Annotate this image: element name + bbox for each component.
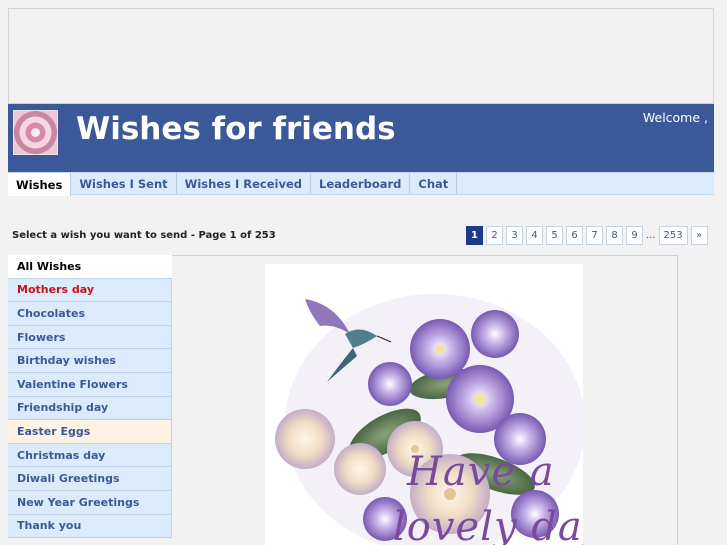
tab-wishes-i-sent[interactable]: Wishes I Sent [71, 173, 177, 194]
wish-image[interactable]: Have a lovely day [265, 264, 583, 545]
category-birthday-wishes[interactable]: Birthday wishes [8, 349, 172, 373]
page-last[interactable]: 253 [658, 226, 688, 245]
pagination: 1 2 3 4 5 6 7 8 9 ... 253 » [466, 226, 708, 245]
page-link[interactable]: 5 [546, 226, 563, 245]
wish-text-line-2: lovely day [393, 504, 583, 545]
page-current[interactable]: 1 [466, 226, 483, 245]
page-info-label: Select a wish you want to send - Page 1 … [12, 230, 276, 241]
page-link[interactable]: 8 [606, 226, 623, 245]
site-logo[interactable] [13, 110, 58, 155]
page-link[interactable]: 7 [586, 226, 603, 245]
category-new-year-greetings[interactable]: New Year Greetings [8, 490, 172, 515]
category-mothers-day[interactable]: Mothers day [8, 278, 172, 303]
category-flowers[interactable]: Flowers [8, 325, 172, 350]
welcome-text: Welcome , [642, 110, 708, 125]
page-link[interactable]: 9 [626, 226, 643, 245]
category-valentine-flowers[interactable]: Valentine Flowers [8, 372, 172, 397]
page-link[interactable]: 2 [486, 226, 503, 245]
category-chocolates[interactable]: Chocolates [8, 302, 172, 326]
page-link[interactable]: 4 [526, 226, 543, 245]
tab-wishes[interactable]: Wishes [8, 172, 72, 196]
tab-chat[interactable]: Chat [410, 173, 458, 194]
page-link[interactable]: 3 [506, 226, 523, 245]
page-link[interactable]: 6 [566, 226, 583, 245]
category-diwali-greetings[interactable]: Diwali Greetings [8, 467, 172, 491]
flower-bouquet-illustration [275, 294, 583, 545]
wish-content-area: Have a lovely day [172, 255, 678, 545]
site-title[interactable]: Wishes for friends [76, 111, 396, 147]
site-header: Wishes for friends Welcome , [8, 104, 714, 172]
category-all-wishes[interactable]: All Wishes [8, 255, 172, 279]
category-friendship-day[interactable]: Friendship day [8, 396, 172, 421]
category-christmas-day[interactable]: Christmas day [8, 443, 172, 468]
category-thank-you[interactable]: Thank you [8, 514, 172, 539]
category-sidebar: All Wishes Mothers day Chocolates Flower… [8, 255, 172, 545]
pagination-ellipsis: ... [646, 230, 656, 241]
ad-banner-area [8, 8, 714, 104]
main-tabs: Wishes Wishes I Sent Wishes I Received L… [8, 172, 714, 196]
category-easter-eggs[interactable]: Easter Eggs [8, 420, 172, 444]
tab-leaderboard[interactable]: Leaderboard [311, 173, 411, 194]
page-next-button[interactable]: » [690, 226, 708, 245]
tab-wishes-i-received[interactable]: Wishes I Received [177, 173, 312, 194]
wish-text-line-1: Have a [407, 449, 555, 495]
